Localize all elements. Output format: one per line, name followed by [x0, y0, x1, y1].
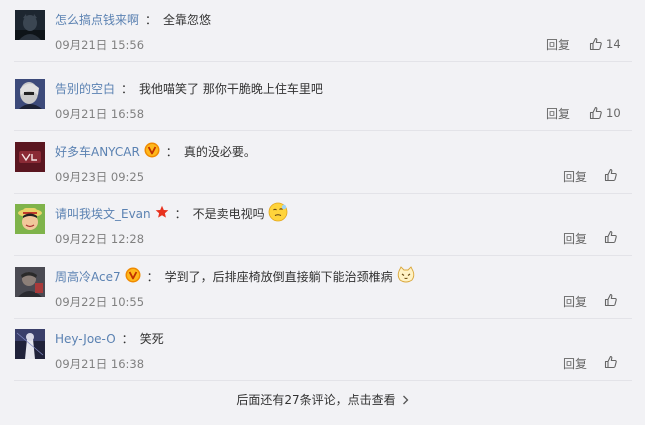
like-button[interactable]: 10	[589, 105, 621, 121]
thumbs-up-icon	[604, 168, 617, 182]
reply-button[interactable]: 回复	[563, 169, 587, 185]
comment-text: 真的没必要。	[183, 145, 256, 159]
avatar[interactable]	[15, 267, 45, 297]
comment-text: 学到了，后排座椅放倒直接躺下能治颈椎病	[164, 270, 393, 284]
avatar[interactable]	[15, 10, 45, 40]
timestamp: 09月21日 16:38	[55, 357, 145, 371]
username-link[interactable]: Hey-Joe-O	[55, 330, 116, 348]
timestamp: 09月21日 15:56	[55, 38, 145, 52]
comment-text: 笑死	[139, 332, 164, 346]
comment-item: 告别的空白 ： 我他喵笑了 那你干脆晚上住车里吧 09月21日 16:58 回复…	[0, 69, 632, 131]
like-button[interactable]	[604, 293, 618, 307]
thumbs-up-icon	[589, 106, 602, 120]
divider	[14, 255, 632, 256]
username-link[interactable]: 好多车ANYCAR	[55, 143, 140, 161]
verified-v-icon	[144, 142, 160, 163]
chevron-right-icon	[402, 387, 409, 415]
avatar[interactable]	[15, 142, 45, 172]
separator: ：	[121, 82, 134, 96]
comment-list: 怎么搞点钱来啊 ： 全靠忽悠 09月21日 15:56 回复 14 告别的空白 …	[0, 0, 645, 381]
separator: ：	[174, 207, 187, 221]
avatar[interactable]	[15, 329, 45, 359]
reply-button[interactable]: 回复	[563, 356, 587, 372]
comment-text: 全靠忽悠	[163, 13, 212, 27]
like-button[interactable]: 14	[589, 36, 621, 52]
divider	[14, 61, 632, 62]
reply-button[interactable]: 回复	[563, 294, 587, 310]
timestamp: 09月23日 09:25	[55, 170, 145, 184]
separator: ：	[165, 145, 178, 159]
avatar[interactable]	[15, 204, 45, 234]
timestamp: 09月22日 10:55	[55, 295, 145, 309]
cat-emoji-icon	[396, 265, 416, 290]
thinking-emoji-icon	[268, 202, 288, 227]
thumbs-up-icon	[604, 293, 617, 307]
like-count: 10	[606, 106, 621, 120]
reply-button[interactable]: 回复	[546, 37, 570, 53]
separator: ：	[146, 270, 159, 284]
username-link[interactable]: 周高冷Ace7	[55, 268, 121, 286]
like-button[interactable]	[604, 355, 618, 369]
comment-item: 请叫我埃文_Evan ： 不是卖电视吗 09月22日 12:28 回复	[0, 194, 632, 256]
avatar[interactable]	[15, 79, 45, 109]
timestamp: 09月21日 16:58	[55, 107, 145, 121]
comment-item: 周高冷Ace7 ： 学到了，后排座椅放倒直接躺下能治颈椎病 09月22日 10:…	[0, 257, 632, 319]
comment-item: Hey-Joe-O ： 笑死 09月21日 16:38 回复	[0, 319, 632, 381]
more-comments-link[interactable]: 后面还有27条评论，点击查看	[0, 386, 645, 414]
username-link[interactable]: 怎么搞点钱来啊	[55, 11, 139, 29]
username-link[interactable]: 请叫我埃文_Evan	[55, 205, 151, 223]
thumbs-up-icon	[604, 230, 617, 244]
like-button[interactable]	[604, 230, 618, 244]
more-comments-label: 后面还有27条评论，点击查看	[236, 393, 396, 407]
comment-text: 不是卖电视吗	[192, 207, 265, 221]
reply-button[interactable]: 回复	[546, 106, 570, 122]
divider	[14, 130, 632, 131]
separator: ：	[121, 332, 134, 346]
thumbs-up-icon	[589, 37, 602, 51]
thumbs-up-icon	[604, 355, 617, 369]
comment-item: 怎么搞点钱来啊 ： 全靠忽悠 09月21日 15:56 回复 14	[0, 0, 632, 62]
username-link[interactable]: 告别的空白	[55, 80, 115, 98]
comment-text: 我他喵笑了 那你干脆晚上住车里吧	[139, 82, 323, 96]
timestamp: 09月22日 12:28	[55, 232, 145, 246]
like-count: 14	[606, 37, 621, 51]
verified-v-icon	[125, 267, 141, 288]
divider	[14, 380, 632, 381]
comment-item: 好多车ANYCAR ： 真的没必要。 09月23日 09:25 回复	[0, 132, 632, 194]
like-button[interactable]	[604, 168, 618, 182]
star-badge-icon	[155, 205, 169, 224]
separator: ：	[145, 13, 158, 27]
reply-button[interactable]: 回复	[563, 231, 587, 247]
